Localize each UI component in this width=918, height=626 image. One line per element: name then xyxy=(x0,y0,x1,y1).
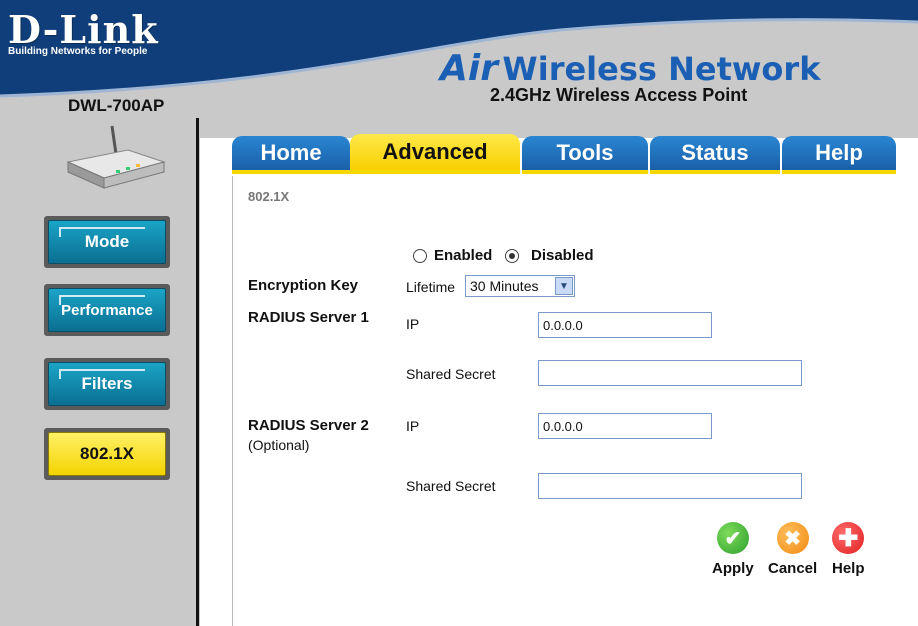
product-subtitle: 2.4GHz Wireless Access Point xyxy=(490,85,748,105)
tab-advanced[interactable]: Advanced xyxy=(350,134,520,174)
air-logo: Air xyxy=(440,48,498,89)
radius-server-2-label: RADIUS Server 2 xyxy=(248,417,369,434)
tab-label: Advanced xyxy=(382,139,488,164)
encryption-key-label: Encryption Key xyxy=(248,277,359,294)
radius1-ip-label: IP xyxy=(406,316,420,332)
tab-label: Home xyxy=(260,140,322,165)
cancel-button[interactable]: ✖ Cancel xyxy=(768,522,817,577)
sidebar-item-label: Mode xyxy=(84,232,130,251)
product-name: Wireless Network xyxy=(502,50,821,88)
tab-label: Status xyxy=(681,140,749,165)
model-name: DWL-700AP xyxy=(68,96,165,115)
tab-tools[interactable]: Tools xyxy=(522,136,648,174)
sidebar-item-8021x[interactable]: 802.1X xyxy=(44,428,170,480)
radius1-shared-secret-label: Shared Secret xyxy=(406,366,496,382)
tab-help[interactable]: Help xyxy=(782,136,896,174)
help-label: Help xyxy=(832,560,865,577)
logo-text: D-Link xyxy=(8,7,159,52)
radius2-shared-secret-input[interactable] xyxy=(538,473,802,499)
access-point-image xyxy=(66,125,166,189)
enabled-radio[interactable] xyxy=(413,249,427,263)
product-title: Air Wireless Network 2.4GHz Wireless Acc… xyxy=(440,48,820,106)
sidebar-item-filters[interactable]: Filters xyxy=(44,358,170,410)
radius2-ip-label: IP xyxy=(406,418,420,434)
tab-label: Tools xyxy=(556,140,614,165)
chevron-down-icon[interactable]: ▼ xyxy=(555,277,573,295)
sidebar-item-label: Filters xyxy=(81,374,133,393)
lifetime-label: Lifetime xyxy=(406,279,456,295)
enabled-label: Enabled xyxy=(434,247,493,264)
main-tabs: Home Advanced Tools Status Help xyxy=(232,134,896,176)
optional-label: (Optional) xyxy=(248,437,310,453)
tab-home[interactable]: Home xyxy=(232,136,350,174)
close-icon: ✖ xyxy=(776,522,809,554)
dlink-logo: D-Link Building Networks for People xyxy=(8,7,159,58)
sidebar-item-mode[interactable]: Mode xyxy=(44,216,170,268)
radius-server-1-label: RADIUS Server 1 xyxy=(248,309,369,326)
lifetime-select[interactable]: 30 Minutes ▼ xyxy=(465,275,575,297)
disabled-label: Disabled xyxy=(531,247,594,264)
cancel-label: Cancel xyxy=(768,560,818,577)
sidebar-divider xyxy=(196,118,199,626)
sidebar-item-label: Performance xyxy=(61,301,153,319)
apply-label: Apply xyxy=(712,560,754,577)
tab-status[interactable]: Status xyxy=(650,136,780,174)
disabled-radio[interactable] xyxy=(505,249,519,263)
page-title: 802.1X xyxy=(248,189,290,204)
tab-label: Help xyxy=(815,140,863,165)
radius1-shared-secret-input[interactable] xyxy=(538,360,802,386)
logo-tagline: Building Networks for People xyxy=(8,46,148,57)
sidebar-item-performance[interactable]: Performance xyxy=(44,284,170,336)
radius2-ip-input[interactable] xyxy=(538,413,712,439)
lifetime-value: 30 Minutes xyxy=(470,278,539,294)
help-button[interactable]: ✚ Help xyxy=(832,522,865,577)
header: D-Link Building Networks for People Air … xyxy=(0,0,918,138)
apply-button[interactable]: ✔ Apply xyxy=(712,522,754,577)
radius1-ip-input[interactable] xyxy=(538,312,712,338)
radius2-shared-secret-label: Shared Secret xyxy=(406,478,496,494)
sidebar-item-label: 802.1X xyxy=(80,444,134,463)
checkmark-icon: ✔ xyxy=(716,522,749,554)
plus-icon: ✚ xyxy=(832,522,865,554)
